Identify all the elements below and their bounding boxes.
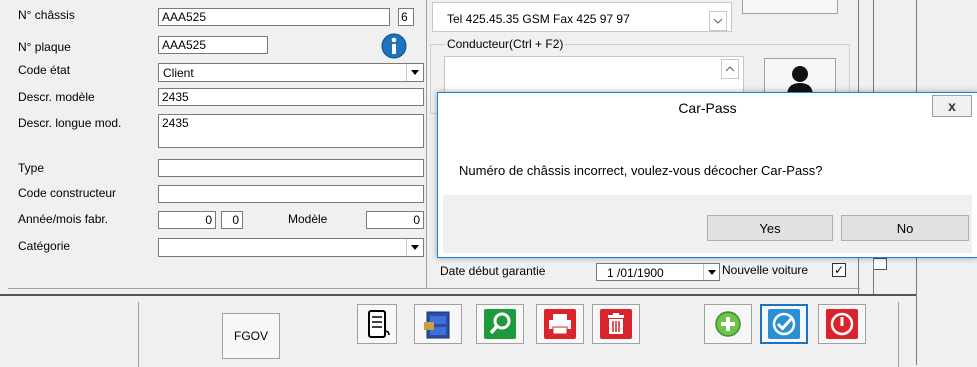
archive-button[interactable] — [414, 304, 462, 344]
type-input[interactable] — [158, 159, 424, 177]
code-constructeur-label: Code constructeur — [18, 186, 117, 200]
validate-button[interactable] — [760, 304, 808, 344]
search-button[interactable] — [476, 304, 524, 344]
descr-longue-label: Descr. longue mod. — [18, 116, 122, 130]
search-icon — [484, 309, 516, 339]
document-scroll-icon — [368, 310, 390, 338]
categorie-select[interactable] — [158, 238, 424, 257]
annee-input[interactable]: 0 — [158, 211, 216, 229]
dialog-title: Car-Pass — [678, 100, 737, 116]
top-right-button[interactable] — [742, 0, 838, 14]
descr-modele-label: Descr. modèle — [18, 90, 95, 104]
modele-label: Modèle — [288, 212, 328, 226]
code-etat-label: Code état — [18, 63, 71, 77]
modele-input[interactable]: 0 — [366, 211, 424, 229]
side-handle — [873, 258, 887, 270]
add-button[interactable] — [704, 304, 752, 344]
plaque-label: N° plaque — [18, 40, 71, 54]
fgov-button[interactable]: FGOV — [222, 313, 280, 359]
dialog-titlebar: Car-Pass x — [438, 93, 977, 123]
date-garantie-value: 1 /01/1900 — [607, 266, 664, 280]
power-icon — [826, 309, 858, 339]
printer-icon — [544, 309, 576, 339]
chassis-check-digit[interactable]: 6 — [398, 8, 414, 26]
fgov-label: FGOV — [233, 329, 268, 343]
descr-modele-input[interactable]: 2435 — [158, 88, 424, 106]
delete-button[interactable] — [592, 304, 640, 344]
dialog-message: Numéro de châssis incorrect, voulez-vous… — [459, 163, 823, 178]
annee-mois-label: Année/mois fabr. — [18, 212, 109, 226]
dialog-close-button[interactable]: x — [932, 95, 972, 117]
descr-longue-textarea[interactable]: 2435 — [158, 114, 424, 148]
type-label: Type — [18, 161, 45, 175]
conducteur-label: Conducteur(Ctrl + F2) — [445, 37, 566, 51]
date-dropdown-button[interactable] — [703, 264, 719, 280]
document-button[interactable] — [357, 304, 397, 344]
carpass-dialog: Car-Pass x Numéro de châssis incorrect, … — [437, 92, 977, 258]
no-button[interactable]: No — [841, 215, 969, 241]
code-constructeur-input[interactable] — [158, 185, 424, 203]
chevron-down-icon — [411, 70, 419, 75]
chevron-down-icon — [713, 18, 723, 24]
toolbar: FGOV — [0, 294, 916, 367]
yes-label: Yes — [759, 220, 781, 236]
chassis-input[interactable]: AAA525 — [158, 8, 390, 26]
panel-divider-left — [426, 0, 427, 288]
chevron-up-icon — [725, 66, 735, 72]
close-icon: x — [948, 98, 956, 114]
code-etat-dropdown-button[interactable] — [406, 64, 423, 81]
form-bottom-line — [8, 288, 860, 289]
contact-textbox[interactable]: Tel 425.45.35 GSM Fax 425 97 97 — [432, 2, 732, 32]
plus-circle-icon — [715, 311, 741, 337]
filing-cabinet-icon — [424, 311, 450, 339]
code-etat-select[interactable]: Client — [158, 63, 424, 82]
plaque-input[interactable]: AAA525 — [158, 36, 268, 54]
checkmark-icon: ✓ — [833, 263, 845, 277]
date-garantie-label: Date début garantie — [440, 264, 546, 278]
chevron-down-icon — [707, 269, 716, 275]
mois-input[interactable]: 0 — [221, 211, 243, 229]
exit-button[interactable] — [818, 304, 866, 344]
chevron-down-icon — [411, 245, 419, 250]
chassis-label: N° châssis — [18, 8, 75, 22]
check-icon — [768, 309, 800, 339]
date-garantie-picker[interactable]: 1 /01/1900 — [596, 263, 720, 281]
no-label: No — [896, 220, 914, 236]
dialog-body: Numéro de châssis incorrect, voulez-vous… — [443, 127, 972, 195]
categorie-dropdown-button[interactable] — [406, 239, 423, 256]
nouvelle-voiture-checkbox[interactable]: ✓ — [832, 263, 846, 277]
contact-scrollbar[interactable] — [709, 11, 727, 31]
print-button[interactable] — [536, 304, 584, 344]
conducteur-scrollbar[interactable] — [721, 59, 739, 79]
nouvelle-voiture-label: Nouvelle voiture — [722, 263, 809, 277]
vehicle-form: N° châssis AAA525 6 N° plaque AAA525 Cod… — [0, 0, 430, 285]
toolbar-divider-right — [898, 302, 899, 367]
info-icon[interactable] — [380, 33, 408, 59]
toolbar-divider — [138, 302, 139, 367]
dialog-button-bar: Yes No — [443, 195, 972, 253]
code-etat-value: Client — [163, 66, 194, 80]
trash-icon — [600, 309, 632, 339]
categorie-label: Catégorie — [18, 239, 71, 253]
contact-text: Tel 425.45.35 GSM Fax 425 97 97 — [447, 12, 630, 26]
yes-button[interactable]: Yes — [707, 215, 833, 241]
